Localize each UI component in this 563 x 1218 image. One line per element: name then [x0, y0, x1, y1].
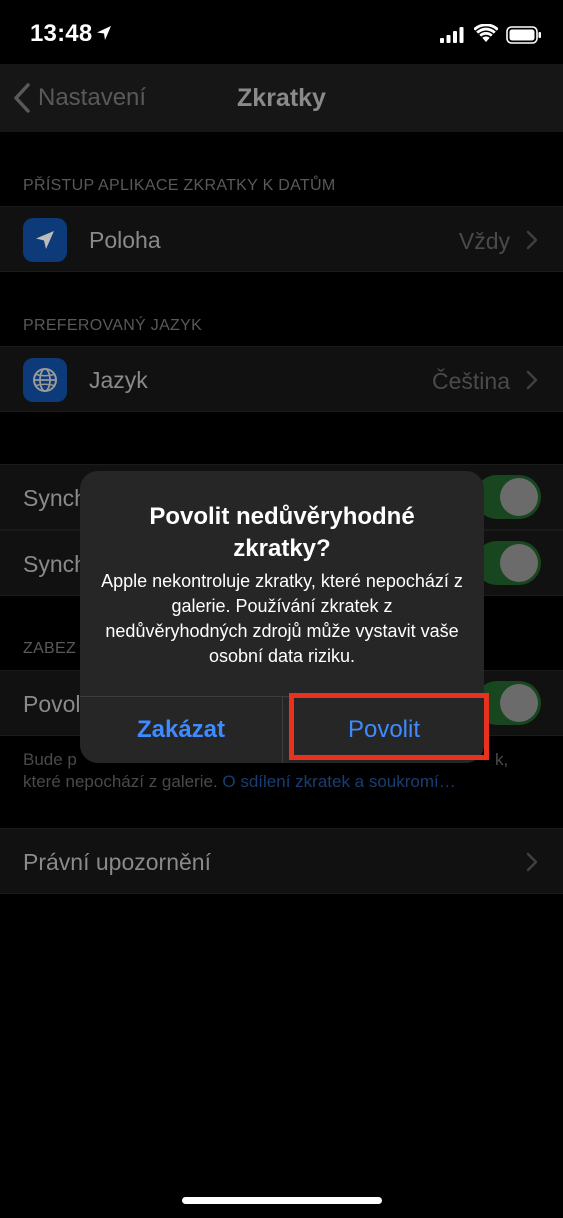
language-row[interactable]: Jazyk Čeština — [0, 346, 563, 412]
sync-label-2: Synch — [23, 551, 87, 577]
page-title: Zkratky — [237, 84, 326, 112]
location-value: Vždy — [458, 228, 510, 254]
legal-notice-label: Právní upozornění — [23, 849, 211, 875]
legal-notice-row[interactable]: Právní upozornění — [0, 828, 563, 894]
deny-button[interactable]: Zakázat — [80, 697, 282, 763]
allow-untrusted-label: Povol — [23, 691, 81, 717]
sync-label-1: Synch — [23, 485, 87, 511]
location-label: Poloha — [89, 227, 161, 253]
navigation-bar: Nastavení Zkratky — [0, 64, 563, 132]
footer-line-1-end: k, — [495, 750, 509, 769]
chevron-right-icon — [526, 852, 538, 872]
status-time: 13:48 — [30, 20, 93, 47]
toggle-knob — [500, 684, 538, 722]
location-services-icon — [97, 26, 111, 40]
language-value: Čeština — [432, 368, 510, 394]
sync-toggle-1[interactable] — [475, 475, 541, 519]
location-row[interactable]: Poloha Vždy — [0, 206, 563, 272]
alert-title: Povolit nedůvěryhodné zkratky? — [149, 503, 415, 562]
footer-line-2: které nepochází z galerie. — [23, 772, 223, 791]
battery-icon — [506, 26, 541, 44]
untrusted-shortcuts-alert: Povolit nedůvěryhodné zkratky? Apple nek… — [80, 471, 484, 763]
home-indicator[interactable] — [182, 1197, 382, 1204]
cellular-signal-icon — [440, 27, 464, 43]
section-header-data-access: PŘÍSTUP APLIKACE ZKRATKY K DATŮM — [23, 177, 336, 194]
chevron-right-icon — [526, 230, 538, 250]
section-header-security: ZABEZ — [23, 640, 77, 657]
toggle-knob — [500, 544, 538, 582]
footer-line-1: Bude p — [23, 750, 77, 769]
phone-screen: 13:48 Nastavení Zkratky PŘÍSTUP APLIKACE… — [0, 0, 563, 1218]
alert-message: Apple nekontroluje zkratky, které nepoch… — [101, 571, 463, 666]
toggle-knob — [500, 478, 538, 516]
section-header-language: PREFEROVANÝ JAZYK — [23, 317, 203, 334]
allow-button[interactable]: Povolit — [283, 697, 485, 763]
location-arrow-icon — [23, 218, 67, 262]
language-label: Jazyk — [89, 367, 148, 393]
chevron-right-icon — [526, 370, 538, 390]
privacy-link[interactable]: O sdílení zkratek a soukromí… — [222, 772, 455, 791]
status-bar: 13:48 — [0, 0, 563, 64]
sync-toggle-2[interactable] — [475, 541, 541, 585]
globe-icon — [23, 358, 67, 402]
wifi-icon — [474, 24, 498, 42]
